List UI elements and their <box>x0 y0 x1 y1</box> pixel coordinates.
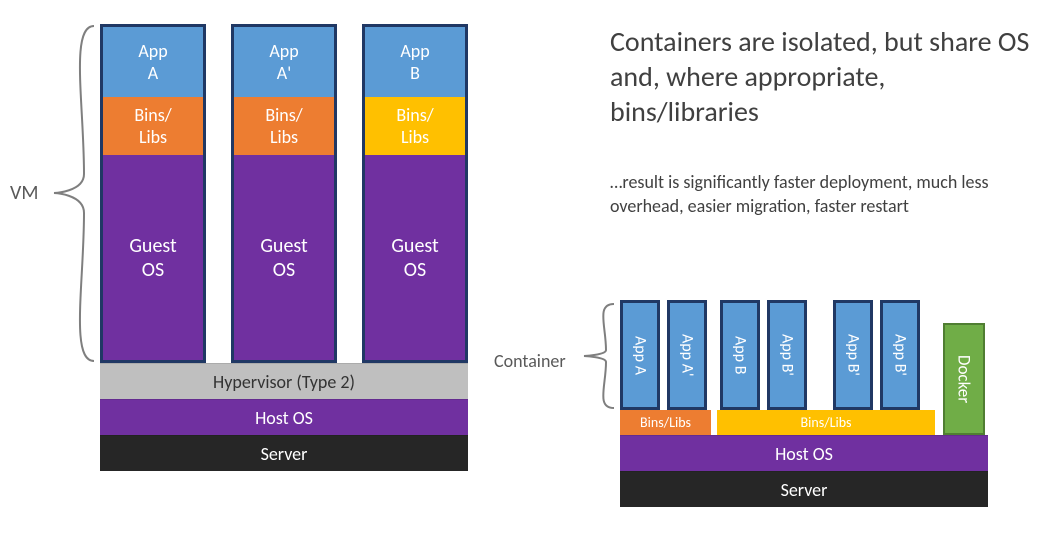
vm-app-b: App B <box>365 27 465 97</box>
ctr-app-a: App A <box>620 300 660 410</box>
vm-brace <box>50 24 96 363</box>
ctr-app-b2: App B' <box>767 300 807 410</box>
vm-app-a2: App A' <box>234 27 334 97</box>
ctr-bins-2: Bins/Libs <box>717 410 935 435</box>
heading-text: Containers are isolated, but share OS an… <box>610 24 1030 129</box>
vm-stack: App A Bins/ Libs Guest OS App A' Bins/ L… <box>100 24 468 471</box>
container-stack: App A App A' App B App B' App B' App B' … <box>620 300 988 507</box>
vm-bins-a: Bins/ Libs <box>103 97 203 155</box>
container-label: Container <box>494 350 566 372</box>
vm-hypervisor: Hypervisor (Type 2) <box>100 363 468 399</box>
ctr-app-b4: App B' <box>880 300 920 410</box>
ctr-bins-1: Bins/Libs <box>620 410 711 435</box>
vm-server: Server <box>100 435 468 471</box>
vm-bins-a2: Bins/ Libs <box>234 97 334 155</box>
vm-column-3: App B Bins/ Libs Guest OS <box>362 24 468 363</box>
ctr-app-b3: App B' <box>833 300 873 410</box>
vm-columns: App A Bins/ Libs Guest OS App A' Bins/ L… <box>100 24 468 363</box>
vm-guest-a: Guest OS <box>103 155 203 360</box>
ctr-app-a2: App A' <box>667 300 707 410</box>
sub-text: …result is significantly faster deployme… <box>610 170 1030 219</box>
container-brace <box>580 302 616 410</box>
vm-host-os: Host OS <box>100 399 468 435</box>
container-top: App A App A' App B App B' App B' App B' … <box>620 300 988 435</box>
ctr-host-os: Host OS <box>620 435 988 471</box>
vm-guest-a2: Guest OS <box>234 155 334 360</box>
ctr-server: Server <box>620 471 988 507</box>
ctr-docker: Docker <box>943 323 985 435</box>
vm-column-2: App A' Bins/ Libs Guest OS <box>231 24 337 363</box>
vm-column-1: App A Bins/ Libs Guest OS <box>100 24 206 363</box>
vm-bins-b: Bins/ Libs <box>365 97 465 155</box>
vm-guest-b: Guest OS <box>365 155 465 360</box>
ctr-app-b1: App B <box>720 300 760 410</box>
vm-app-a: App A <box>103 27 203 97</box>
vm-label: VM <box>10 181 38 205</box>
